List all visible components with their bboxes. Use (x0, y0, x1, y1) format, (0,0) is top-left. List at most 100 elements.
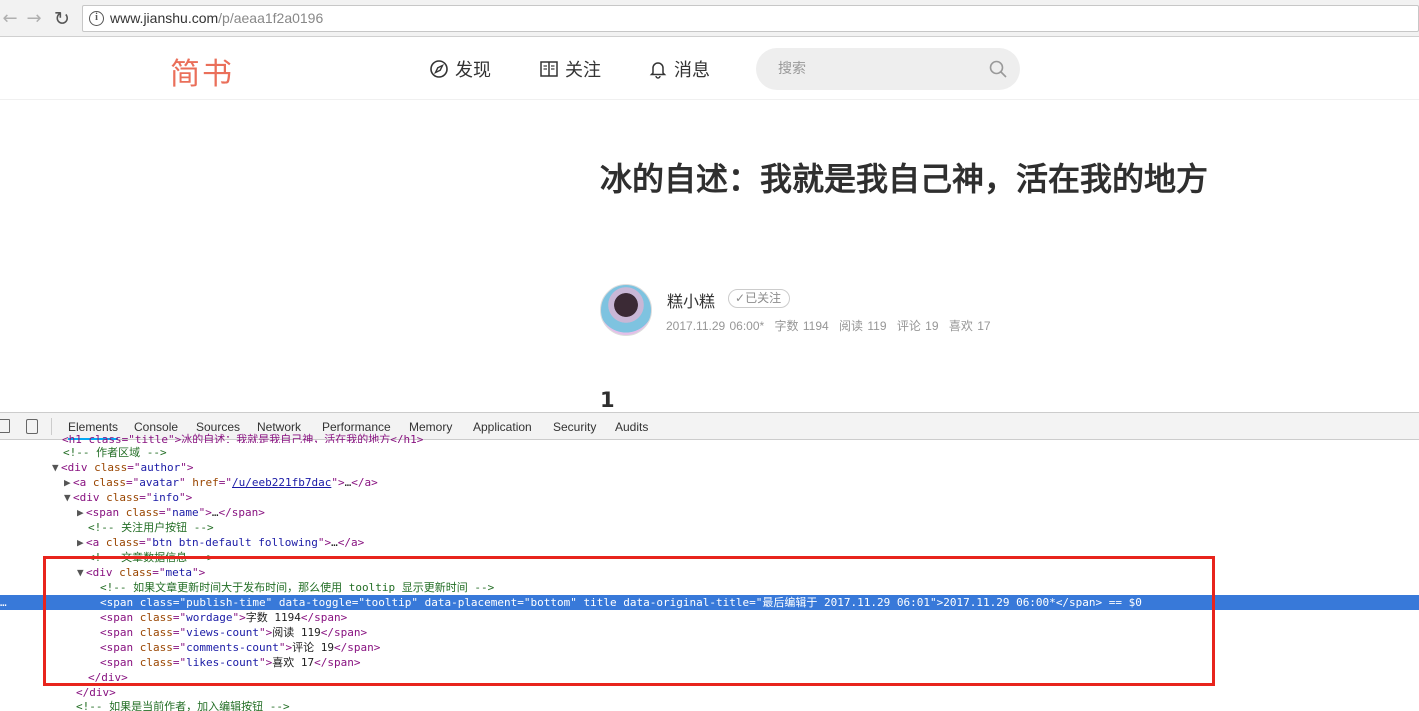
dom-line[interactable]: <span class="likes-count">喜欢 17</span> (100, 655, 1419, 670)
checkmark-icon: ✓ (735, 291, 746, 305)
publish-time: 2017.11.29 06:00* (666, 319, 765, 333)
dom-line[interactable]: <span class="wordage">字数 1194</span> (100, 610, 1419, 625)
text-node: 字数 1194 (245, 611, 301, 624)
attr-value: tooltip (364, 596, 412, 609)
attr-value: author (140, 461, 181, 474)
info-icon[interactable]: i (89, 11, 104, 26)
dom-line-text: <h1 class="title">冰的自述：我就是我自己神，活在我的地方</h… (62, 433, 424, 443)
dom-line-text: <!-- 作者区域 --> (63, 446, 167, 459)
dom-line[interactable]: ▼ <div class="author"> (52, 460, 1419, 475)
dom-line[interactable]: <!-- 如果文章更新时间大于发布时间，那么使用 tooltip 显示更新时间 … (100, 580, 1419, 595)
dom-line[interactable]: ▼ <div class="meta"> (77, 565, 1419, 580)
expand-triangle-icon[interactable]: ▶ (64, 475, 73, 490)
collapse-triangle-icon[interactable]: ▼ (52, 460, 61, 475)
author-avatar[interactable] (600, 284, 652, 336)
expand-triangle-icon[interactable]: ▶ (77, 505, 86, 520)
url-text[interactable]: www.jianshu.com/p/aeaa1f2a0196 (110, 10, 323, 26)
inspect-element-icon[interactable] (0, 419, 10, 433)
attr-value: comments-count (186, 641, 279, 654)
dom-tree: <h1 class="title">冰的自述：我就是我自己神，活在我的地方</h… (0, 433, 1419, 711)
dom-line[interactable]: <span class="comments-count">评论 19</span… (100, 640, 1419, 655)
dom-line[interactable]: <!-- 作者区域 --> (63, 445, 1419, 460)
bell-icon (649, 62, 667, 79)
reload-icon[interactable]: ↻ (52, 9, 72, 29)
dom-line[interactable]: <!-- 文章数据信息 --> (88, 550, 1419, 565)
attr-value: views-count (186, 626, 259, 639)
site-header: 简书 发现 关注 消息 (0, 38, 1419, 100)
address-bar[interactable]: i www.jianshu.com/p/aeaa1f2a0196 (82, 5, 1419, 32)
comments-count: 评论 19 (896, 319, 939, 333)
attr-value: btn btn-default following (152, 536, 318, 549)
dom-line-text: <!-- 关注用户按钮 --> (88, 521, 214, 534)
compass-icon (430, 60, 448, 78)
attr-value: likes-count (186, 656, 259, 669)
attr-value: 最后编辑于 2017.11.29 06:01 (762, 596, 930, 609)
dom-line[interactable]: ▶ <a class="avatar" href="/u/eeb221fb7dac… (64, 475, 1419, 490)
attr-value: avatar (139, 476, 179, 489)
attr-value: info (152, 491, 180, 504)
nav-messages[interactable]: 消息 (648, 56, 710, 82)
text-node: 评论 19 (292, 641, 334, 654)
likes-count: 喜欢 17 (948, 319, 991, 333)
tag-name: a (79, 476, 87, 489)
attr-name: class (105, 536, 139, 549)
text-node: 喜欢 17 (272, 656, 315, 669)
dom-line[interactable]: </div> (76, 685, 1419, 700)
book-icon (540, 61, 558, 77)
attr-value: name (172, 506, 199, 519)
collapse-triangle-icon[interactable]: ▼ (64, 490, 73, 505)
attr-name: href (192, 476, 219, 489)
back-arrow-icon[interactable]: ← (0, 9, 20, 29)
search-box (756, 48, 1020, 90)
browser-toolbar: ← → ↻ i www.jianshu.com/p/aeaa1f2a0196 (0, 0, 1419, 37)
forward-arrow-icon[interactable]: → (24, 9, 44, 29)
text-node: 2017.11.29 06:00* (943, 596, 1056, 609)
search-icon[interactable] (988, 59, 1008, 79)
dom-line[interactable]: <!-- 关注用户按钮 --> (88, 520, 1419, 535)
tag-name: span (92, 506, 120, 519)
divider (51, 418, 52, 435)
views-count: 阅读 119 (839, 319, 887, 333)
attr-value: bottom (530, 596, 571, 609)
attr-value: wordage (186, 611, 233, 624)
nav-messages-label: 消息 (674, 60, 710, 81)
search-input[interactable] (778, 58, 978, 80)
attr-name: class (119, 566, 153, 579)
follow-label: 已关注 (745, 291, 782, 305)
site-logo[interactable]: 简书 (170, 49, 234, 93)
dom-line-selected[interactable]: … <span class="publish-time" data-toggle=… (0, 595, 1419, 610)
dom-line[interactable]: ▶ <span class="name">…</span> (77, 505, 1419, 520)
attr-name: class (125, 506, 159, 519)
dom-line[interactable]: ▶ <a class="btn btn-default following">…<… (77, 535, 1419, 550)
dom-line-text: <!-- 如果是当前作者，加入编辑按钮 --> (76, 700, 290, 711)
tag-name: div (79, 491, 100, 504)
author-name[interactable]: 糕小糕 (667, 288, 715, 312)
collapse-triangle-icon[interactable]: ▼ (77, 565, 86, 580)
nav-follow[interactable]: 关注 (539, 56, 601, 82)
article-meta: 2017.11.29 06:00* 字数 1194 阅读 119 评论 19 喜… (666, 317, 997, 334)
section-number: 1 (600, 388, 615, 412)
selected-marker: == $0 (1102, 596, 1142, 609)
nav-follow-label: 关注 (565, 60, 601, 81)
dom-line[interactable]: </div> (88, 670, 1419, 685)
attr-name: class (106, 491, 140, 504)
device-toolbar-icon[interactable] (26, 419, 38, 434)
href-link[interactable]: /u/eeb221fb7dac (232, 476, 331, 489)
dom-line[interactable]: ▼ <div class="info"> (64, 490, 1419, 505)
follow-button[interactable]: ✓已关注 (728, 289, 791, 308)
tag-name: div (92, 566, 113, 579)
expand-triangle-icon[interactable]: ▶ (77, 535, 86, 550)
dom-line[interactable]: <span class="views-count">阅读 119</span> (100, 625, 1419, 640)
dom-line-text: <!-- 如果文章更新时间大于发布时间，那么使用 tooltip 显示更新时间 … (100, 581, 495, 594)
wordage: 字数 1194 (774, 319, 829, 333)
attr-value: meta (165, 566, 193, 579)
article-title: 冰的自述：我就是我自己神，活在我的地方 (600, 160, 1209, 198)
dom-line[interactable]: <h1 class="title">冰的自述：我就是我自己神，活在我的地方</h… (62, 432, 1419, 443)
nav-discover[interactable]: 发现 (429, 56, 491, 82)
tag-name: a (92, 536, 100, 549)
attr-name: class (94, 461, 128, 474)
devtools-panel: Elements Console Sources Network Perform… (0, 412, 1419, 711)
tag-name: div (67, 461, 88, 474)
attr-value: publish-time (186, 596, 266, 609)
dom-line[interactable]: <!-- 如果是当前作者，加入编辑按钮 --> (76, 699, 1419, 711)
